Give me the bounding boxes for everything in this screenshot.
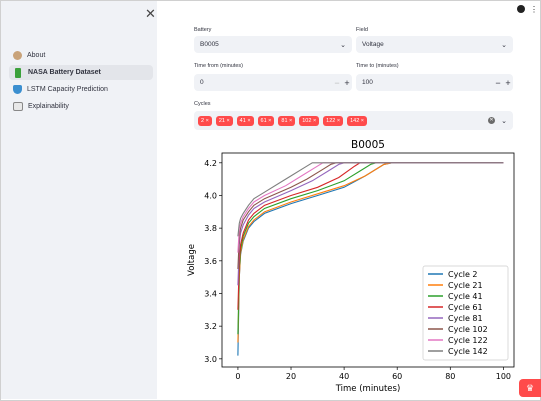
cycle-tag[interactable]: 21 × <box>215 115 233 126</box>
battery-select-value: B0005 <box>200 41 219 48</box>
time-from-input[interactable]: 0 − + <box>194 74 352 91</box>
sidebar-item-label: About <box>27 52 46 59</box>
close-sidebar-icon[interactable]: ✕ <box>145 6 156 22</box>
sidebar-item-lstm-capacity-prediction[interactable]: LSTM Capacity Prediction <box>9 82 153 97</box>
time-to-label: Time to (minutes) <box>356 63 399 69</box>
clear-all-icon[interactable]: ✕ <box>488 117 495 124</box>
cycle-tag[interactable]: 61 × <box>257 115 275 126</box>
sidebar-item-label: LSTM Capacity Prediction <box>27 86 108 93</box>
field-select-value: Voltage <box>362 41 384 48</box>
sidebar: ✕ About NASA Battery Dataset LSTM Capaci… <box>1 1 157 399</box>
sidebar-item-explainability[interactable]: Explainability <box>9 99 153 114</box>
x-tick-label: 80 <box>445 372 455 381</box>
github-icon[interactable] <box>517 5 525 13</box>
cycles-tags: 2 × 21 × 41 × 61 × 81 × 102 × 122 × 142 … <box>194 115 488 126</box>
book-icon <box>13 102 23 111</box>
y-tick-label: 4.2 <box>204 159 217 168</box>
legend-entry: Cycle 81 <box>448 314 483 323</box>
x-axis-label: Time (minutes) <box>335 384 401 394</box>
voltage-chart: B0005 Time (minutes) Voltage 0 20 40 60 80 10… <box>187 139 515 394</box>
sidebar-item-label: Explainability <box>28 103 69 110</box>
y-tick-label: 4.0 <box>204 191 217 200</box>
time-to-decrement-button[interactable]: − <box>493 78 503 88</box>
legend-entry: Cycle 2 <box>448 270 478 279</box>
cycle-tag[interactable]: 102 × <box>299 115 320 126</box>
chart-title: B0005 <box>351 139 385 151</box>
more-menu-icon[interactable]: ⋮ <box>530 5 538 14</box>
sidebar-item-label: NASA Battery Dataset <box>28 69 101 76</box>
y-tick-label: 3.4 <box>204 289 217 298</box>
battery-label: Battery <box>194 27 212 33</box>
chevron-down-icon: ⌄ <box>501 117 507 125</box>
legend-entry: Cycle 21 <box>448 281 483 290</box>
chevron-down-icon: ⌄ <box>340 41 346 49</box>
time-from-value: 0 <box>200 79 204 86</box>
cycle-tag[interactable]: 142 × <box>347 115 368 126</box>
bowl-icon <box>13 85 22 94</box>
cycle-tag[interactable]: 41 × <box>236 115 254 126</box>
legend-entry: Cycle 142 <box>448 347 488 356</box>
chevron-down-icon: ⌄ <box>501 41 507 49</box>
sidebar-nav: About NASA Battery Dataset LSTM Capacity… <box>9 48 153 116</box>
streamlit-crown-icon[interactable]: ♛ <box>519 379 541 397</box>
x-tick-label: 0 <box>235 372 240 381</box>
y-tick-label: 3.2 <box>204 322 217 331</box>
cycle-tag[interactable]: 2 × <box>198 115 212 126</box>
y-tick-label: 3.6 <box>204 257 217 266</box>
cycle-tag[interactable]: 122 × <box>323 115 344 126</box>
field-label: Field <box>356 27 368 33</box>
legend-entry: Cycle 122 <box>448 336 488 345</box>
cycles-label: Cycles <box>194 101 211 107</box>
battery-icon <box>15 67 21 78</box>
cycles-multiselect[interactable]: 2 × 21 × 41 × 61 × 81 × 102 × 122 × 142 … <box>194 111 513 130</box>
legend-entry: Cycle 102 <box>448 325 488 334</box>
time-to-value: 100 <box>362 79 373 86</box>
time-from-label: Time from (minutes) <box>194 63 243 69</box>
cycle-tag[interactable]: 81 × <box>278 115 296 126</box>
x-tick-label: 60 <box>392 372 402 381</box>
sidebar-item-nasa-battery-dataset[interactable]: NASA Battery Dataset <box>9 65 153 80</box>
y-axis-label: Voltage <box>187 244 197 276</box>
time-to-input[interactable]: 100 − + <box>356 74 513 91</box>
x-tick-label: 20 <box>286 372 296 381</box>
y-tick-label: 3.0 <box>204 355 217 364</box>
legend-entry: Cycle 61 <box>448 303 483 312</box>
x-tick-label: 40 <box>339 372 349 381</box>
time-from-decrement-button[interactable]: − <box>332 78 342 88</box>
time-from-increment-button[interactable]: + <box>342 78 352 88</box>
toolbar: ⋮ <box>517 5 538 14</box>
time-to-increment-button[interactable]: + <box>503 78 513 88</box>
x-tick-label: 100 <box>496 372 511 381</box>
legend-entry: Cycle 41 <box>448 292 483 301</box>
person-icon <box>13 51 22 60</box>
main-content: ⋮ Battery B0005 ⌄ Field Voltage ⌄ Time f… <box>157 0 541 401</box>
field-select[interactable]: Voltage ⌄ <box>356 36 513 53</box>
sidebar-item-about[interactable]: About <box>9 48 153 63</box>
y-tick-label: 3.8 <box>204 224 217 233</box>
battery-select[interactable]: B0005 ⌄ <box>194 36 352 53</box>
